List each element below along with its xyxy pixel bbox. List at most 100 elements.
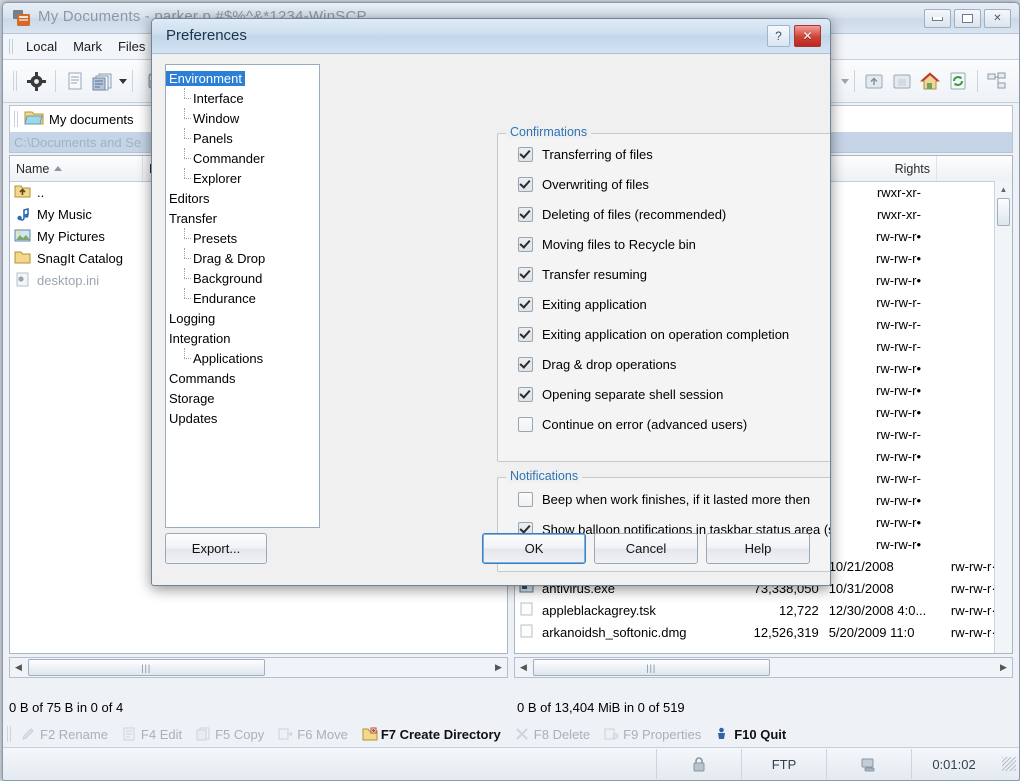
cancel-button[interactable]: Cancel: [594, 533, 698, 564]
scroll-right-arrow[interactable]: ▶: [490, 659, 507, 676]
tree-item-logging[interactable]: Logging: [166, 308, 319, 328]
tree-item-label: Window: [190, 111, 242, 126]
scroll-up-arrow[interactable]: ▲: [995, 181, 1012, 197]
tree-item-commands[interactable]: Commands: [166, 368, 319, 388]
confirmation-checkbox[interactable]: [518, 297, 533, 312]
beep-option-row[interactable]: Beep when work finishes, if it lasted mo…: [498, 484, 831, 514]
close-button[interactable]: ✕: [984, 9, 1011, 28]
scroll-thumb[interactable]: [997, 198, 1010, 226]
document-icon[interactable]: [62, 68, 88, 94]
status-line: 0 B of 75 B in 0 of 4 0 B of 13,404 MiB …: [3, 694, 1019, 720]
confirmation-row[interactable]: Transfer resuming: [498, 259, 831, 289]
help-button[interactable]: ?: [767, 25, 790, 47]
menu-item-files[interactable]: Files: [110, 36, 153, 57]
confirmation-row[interactable]: Opening separate shell session: [498, 379, 831, 409]
left-horizontal-scrollbar[interactable]: ◀ ||| ▶: [9, 657, 508, 678]
tree-item-label: Updates: [166, 411, 220, 426]
tree-item-endurance[interactable]: Endurance: [166, 288, 319, 308]
function-key-f5[interactable]: F5 Copy: [189, 727, 271, 742]
confirmation-checkbox[interactable]: [518, 147, 533, 162]
resize-grip[interactable]: [1002, 757, 1016, 771]
function-bar-grip[interactable]: [7, 726, 12, 742]
menu-item-mark[interactable]: Mark: [65, 36, 110, 57]
table-row[interactable]: arkanoidsh_softonic.dmg12,526,3195/20/20…: [515, 621, 1012, 643]
table-row[interactable]: appleblackagrey.tsk12,72212/30/2008 4:0.…: [515, 599, 1012, 621]
function-key-f8[interactable]: F8 Delete: [508, 727, 597, 742]
function-key-f7[interactable]: F7 Create Directory: [355, 727, 508, 742]
restore-button[interactable]: [954, 9, 981, 28]
beep-checkbox[interactable]: [518, 492, 533, 507]
right-horizontal-scrollbar[interactable]: ◀ ||| ▶: [514, 657, 1013, 678]
refresh-icon[interactable]: [945, 68, 971, 94]
right-column-rights[interactable]: Rights: [828, 156, 937, 181]
confirmation-row[interactable]: Exiting application: [498, 289, 831, 319]
row-rights: rw-rw-r-: [825, 339, 921, 354]
confirmation-row[interactable]: Overwriting of files: [498, 169, 831, 199]
function-key-label: F4 Edit: [141, 727, 182, 742]
confirmations-list: Transferring of filesOverwriting of file…: [498, 134, 831, 439]
scroll-left-arrow[interactable]: ◀: [515, 659, 532, 676]
confirmation-row[interactable]: Exiting application on operation complet…: [498, 319, 831, 349]
folder-up-icon[interactable]: [861, 68, 887, 94]
close-icon[interactable]: ✕: [794, 25, 821, 47]
function-key-f10[interactable]: F10 Quit: [708, 727, 793, 742]
export-button[interactable]: Export...: [165, 533, 267, 564]
confirmation-row[interactable]: Transferring of files: [498, 139, 831, 169]
minimize-button[interactable]: [924, 9, 951, 28]
confirmation-row[interactable]: Moving files to Recycle bin: [498, 229, 831, 259]
confirmation-checkbox[interactable]: [518, 177, 533, 192]
tree-icon[interactable]: [984, 68, 1010, 94]
gear-icon[interactable]: [23, 68, 49, 94]
function-key-f2[interactable]: F2 Rename: [14, 727, 115, 742]
menu-item-local[interactable]: Local: [18, 36, 65, 57]
tree-item-panels[interactable]: Panels: [166, 128, 319, 148]
toolbar-dropdown-caret[interactable]: [841, 79, 849, 84]
scroll-left-arrow[interactable]: ◀: [10, 659, 27, 676]
tree-item-background[interactable]: Background: [166, 268, 319, 288]
menu-grip[interactable]: [9, 39, 14, 54]
left-column-name[interactable]: Name: [10, 156, 143, 181]
properties-icon: [604, 727, 619, 742]
tree-item-applications[interactable]: Applications: [166, 348, 319, 368]
tree-item-updates[interactable]: Updates: [166, 408, 319, 428]
folder-icon[interactable]: [889, 68, 915, 94]
confirmation-row[interactable]: Drag & drop operations: [498, 349, 831, 379]
confirmation-checkbox[interactable]: [518, 267, 533, 282]
scroll-thumb[interactable]: |||: [533, 659, 770, 676]
tree-item-transfer[interactable]: Transfer: [166, 208, 319, 228]
tree-item-label: Transfer: [166, 211, 220, 226]
drive-bar-grip[interactable]: [14, 111, 19, 127]
confirmation-checkbox[interactable]: [518, 387, 533, 402]
function-key-f6[interactable]: F6 Move: [271, 727, 355, 742]
confirmation-label: Drag & drop operations: [542, 357, 676, 372]
copy-dropdown-caret[interactable]: [119, 79, 127, 84]
help-button-footer[interactable]: Help: [706, 533, 810, 564]
right-vertical-scrollbar[interactable]: ▲: [994, 181, 1012, 653]
confirmation-checkbox[interactable]: [518, 237, 533, 252]
tree-item-presets[interactable]: Presets: [166, 228, 319, 248]
tree-item-storage[interactable]: Storage: [166, 388, 319, 408]
tree-item-environment[interactable]: Environment: [166, 68, 319, 88]
confirmation-checkbox[interactable]: [518, 357, 533, 372]
confirmation-checkbox[interactable]: [518, 327, 533, 342]
tree-item-integration[interactable]: Integration: [166, 328, 319, 348]
scroll-thumb[interactable]: |||: [28, 659, 265, 676]
tree-item-explorer[interactable]: Explorer: [166, 168, 319, 188]
tree-item-window[interactable]: Window: [166, 108, 319, 128]
tree-item-interface[interactable]: Interface: [166, 88, 319, 108]
confirmation-checkbox[interactable]: [518, 417, 533, 432]
confirmation-row[interactable]: Deleting of files (recommended): [498, 199, 831, 229]
confirmation-checkbox[interactable]: [518, 207, 533, 222]
toolbar-grip[interactable]: [13, 71, 18, 91]
tree-item-drag-drop[interactable]: Drag & Drop: [166, 248, 319, 268]
preferences-tree[interactable]: EnvironmentInterface Window PanelsCommande…: [165, 64, 320, 528]
function-key-f9[interactable]: F9 Properties: [597, 727, 708, 742]
confirmation-row[interactable]: Continue on error (advanced users): [498, 409, 831, 439]
tree-item-editors[interactable]: Editors: [166, 188, 319, 208]
ok-button[interactable]: OK: [482, 533, 586, 564]
scroll-right-arrow[interactable]: ▶: [995, 659, 1012, 676]
tree-item-commander[interactable]: Commander: [166, 148, 319, 168]
copy-icon[interactable]: [90, 68, 116, 94]
function-key-f4[interactable]: F4 Edit: [115, 727, 189, 742]
home-icon[interactable]: [917, 68, 943, 94]
